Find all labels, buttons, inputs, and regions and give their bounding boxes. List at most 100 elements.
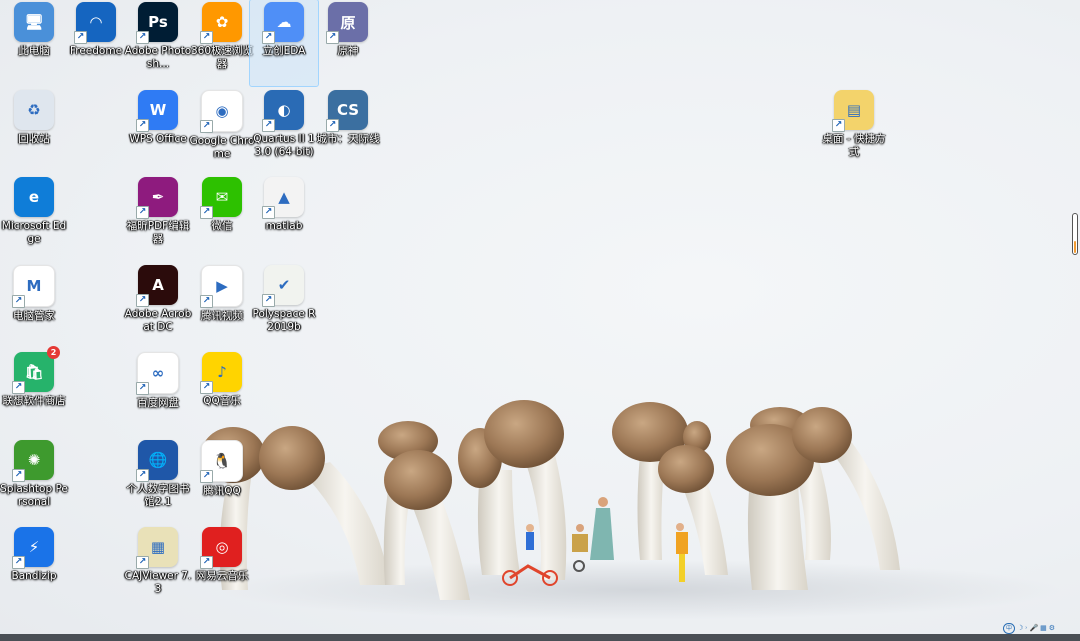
desktop-shortcut-icon: ▤ ↗ <box>832 89 874 132</box>
qq-music-glyph: ♪ <box>217 363 227 381</box>
desktop-icon-matlab[interactable]: ▲ ↗ matlab <box>250 175 318 261</box>
this-pc-icon: 🖥 <box>14 2 54 42</box>
shortcut-arrow-icon: ↗ <box>326 118 339 132</box>
desktop-icon-this-pc[interactable]: 🖥 此电脑 <box>0 0 68 86</box>
desktop-icon-label: 个人数字图书馆2.1 <box>126 482 190 508</box>
desktop-icon-wps[interactable]: W ↗ WPS Office <box>124 88 192 174</box>
desktop-icon-label: 回收站 <box>18 132 50 145</box>
splashtop-glyph: ✺ <box>27 450 41 469</box>
desktop-icon-digital-library[interactable]: 🌐 ↗ 个人数字图书馆2.1 <box>124 438 192 524</box>
desktop-icon-label: WPS Office <box>129 132 187 145</box>
desktop-icon-lenovo-store[interactable]: 🛍 ↗ 2 联想软件商店 <box>0 346 68 436</box>
desktop-icon-freedome[interactable]: ◠ ↗ Freedome <box>62 0 130 86</box>
polyspace-icon: ✔ ↗ <box>262 264 304 307</box>
desktop-icon-netease-music[interactable]: ◎ ↗ 网易云音乐 <box>188 525 256 611</box>
desktop-shortcut-glyph: ▤ <box>846 100 862 119</box>
desktop-icon-splashtop[interactable]: ✺ ↗ Splashtop Personal <box>0 438 68 524</box>
desktop-icon-label: Google Chrome <box>189 134 255 160</box>
digital-library-icon: 🌐 ↗ <box>136 439 178 482</box>
cities-glyph: CS <box>336 100 360 119</box>
qq-music-icon: ♪ ↗ <box>200 352 242 394</box>
bandizip-glyph: ⚡ <box>28 538 40 556</box>
shortcut-arrow-icon: ↗ <box>326 31 339 44</box>
comma-icon[interactable]: ˒ <box>1025 624 1027 632</box>
desktop-icon-label: Microsoft Edge <box>1 220 67 245</box>
desktop-icon-lceda[interactable]: ☁ ↗ 立创EDA <box>249 0 319 87</box>
desktop-icon-label: 360极速浏览器 <box>190 45 254 70</box>
desktop-icon-bandizip[interactable]: ⚡ ↗ Bandizip <box>0 525 68 611</box>
360-browser-glyph: ✿ <box>215 13 229 31</box>
wps-glyph: W <box>149 100 167 119</box>
desktop-icon-label: Adobe Photosh... <box>124 45 192 70</box>
quartus-glyph: ◐ <box>277 100 291 119</box>
desktop-icon-pc-manager[interactable]: M ↗ 电脑管家 <box>0 263 68 349</box>
cajviewer-glyph: ▦ <box>150 538 166 556</box>
desktop-icon-label: 网易云音乐 <box>195 570 249 582</box>
genshin-glyph: 原 <box>340 13 356 32</box>
shortcut-arrow-icon: ↗ <box>12 556 25 569</box>
digital-library-glyph: 🌐 <box>148 450 168 469</box>
shortcut-arrow-icon: ↗ <box>136 118 149 132</box>
freedome-glyph: ◠ <box>90 13 102 31</box>
desktop-icon-label: Quartus II 13.0 (64-bit) <box>253 132 315 158</box>
desktop-icon-label: 原神 <box>337 45 359 57</box>
recycle-bin-icon: ♻ <box>14 89 54 130</box>
cajviewer-icon: ▦ ↗ <box>136 527 178 569</box>
foxit-glyph: ✒ <box>151 188 165 206</box>
desktop-icon-label: 此电脑 <box>18 45 50 57</box>
notification-badge: 2 <box>47 346 60 359</box>
mic-icon[interactable]: 🎤 <box>1029 624 1038 632</box>
desktop-icon-acrobat[interactable]: A ↗ Adobe Acrobat DC <box>124 263 192 349</box>
tencent-qq-glyph: 🐧 <box>212 451 232 470</box>
floating-widget-handle[interactable] <box>1072 213 1078 255</box>
bandizip-icon: ⚡ ↗ <box>12 527 54 569</box>
shortcut-arrow-icon: ↗ <box>200 31 213 44</box>
tencent-video-icon: ▶ ↗ <box>200 264 243 308</box>
shortcut-arrow-icon: ↗ <box>136 206 149 219</box>
desktop-icon-desktop-shortcut[interactable]: ▤ ↗ 桌面 - 快捷方式 <box>820 88 888 174</box>
desktop-icon-baidu-netdisk[interactable]: ∞ ↗ 百度网盘 <box>124 350 192 436</box>
shortcut-arrow-icon: ↗ <box>200 381 213 394</box>
desktop-icon-polyspace[interactable]: ✔ ↗ Polyspace R2019b <box>250 263 318 349</box>
quartus-icon: ◐ ↗ <box>262 89 304 132</box>
desktop-icon-wechat[interactable]: ✉ ↗ 微信 <box>188 175 256 261</box>
ime-icon[interactable]: 中 <box>1003 622 1016 634</box>
foxit-icon: ✒ ↗ <box>136 177 178 219</box>
desktop-icon-label: 微信 <box>211 220 233 232</box>
desktop-icon-recycle-bin[interactable]: ♻ 回收站 <box>0 88 68 174</box>
desktop-icon-edge[interactable]: e Microsoft Edge <box>0 175 68 261</box>
recycle-bin-glyph: ♻ <box>27 100 41 119</box>
desktop-icon-photoshop[interactable]: Ps ↗ Adobe Photosh... <box>124 0 192 86</box>
shortcut-arrow-icon: ↗ <box>200 556 213 569</box>
lceda-glyph: ☁ <box>276 13 292 31</box>
desktop-icon-label: 联想软件商店 <box>2 395 66 407</box>
desktop-icon-quartus[interactable]: ◐ ↗ Quartus II 13.0 (64-bit) <box>250 88 318 174</box>
desktop-icon-label: Splashtop Personal <box>0 482 68 508</box>
desktop-icon-foxit[interactable]: ✒ ↗ 福昕PDF编辑器 <box>124 175 192 261</box>
acrobat-glyph: A <box>152 275 164 294</box>
this-pc-glyph: 🖥 <box>24 13 44 31</box>
genshin-icon: 原 ↗ <box>326 2 368 44</box>
desktop-icon-cities[interactable]: CS ↗ 城市：天际线 <box>314 88 382 174</box>
desktop-icon-tencent-video[interactable]: ▶ ↗ 腾讯视频 <box>188 263 256 349</box>
splashtop-icon: ✺ ↗ <box>12 439 54 482</box>
desktop-icon-genshin[interactable]: 原 ↗ 原神 <box>314 0 382 86</box>
matlab-glyph: ▲ <box>278 188 290 206</box>
desktop-icon-360-browser[interactable]: ✿ ↗ 360极速浏览器 <box>188 0 256 86</box>
desktop-icon-chrome[interactable]: ◉ ↗ Google Chrome <box>188 88 256 174</box>
pc-manager-glyph: M <box>26 276 42 295</box>
moon-icon[interactable]: ☽ <box>1017 624 1023 632</box>
desktop-icon-tencent-qq[interactable]: 🐧 ↗ 腾讯QQ <box>188 438 256 524</box>
shortcut-arrow-icon: ↗ <box>200 294 213 308</box>
desktop-icon-qq-music[interactable]: ♪ ↗ QQ音乐 <box>188 350 256 436</box>
lenovo-store-glyph: 🛍 <box>24 363 44 381</box>
shortcut-arrow-icon: ↗ <box>12 381 25 394</box>
matlab-icon: ▲ ↗ <box>262 177 304 219</box>
shortcut-arrow-icon: ↗ <box>262 118 275 132</box>
wechat-icon: ✉ ↗ <box>200 177 242 219</box>
grid-icon[interactable]: ▦ <box>1040 624 1047 632</box>
shortcut-arrow-icon: ↗ <box>262 31 275 44</box>
gear-icon[interactable]: ⚙ <box>1049 624 1055 632</box>
desktop-icon-cajviewer[interactable]: ▦ ↗ CAJViewer 7.3 <box>124 525 192 611</box>
desktop-icon-label: 腾讯视频 <box>201 309 243 322</box>
